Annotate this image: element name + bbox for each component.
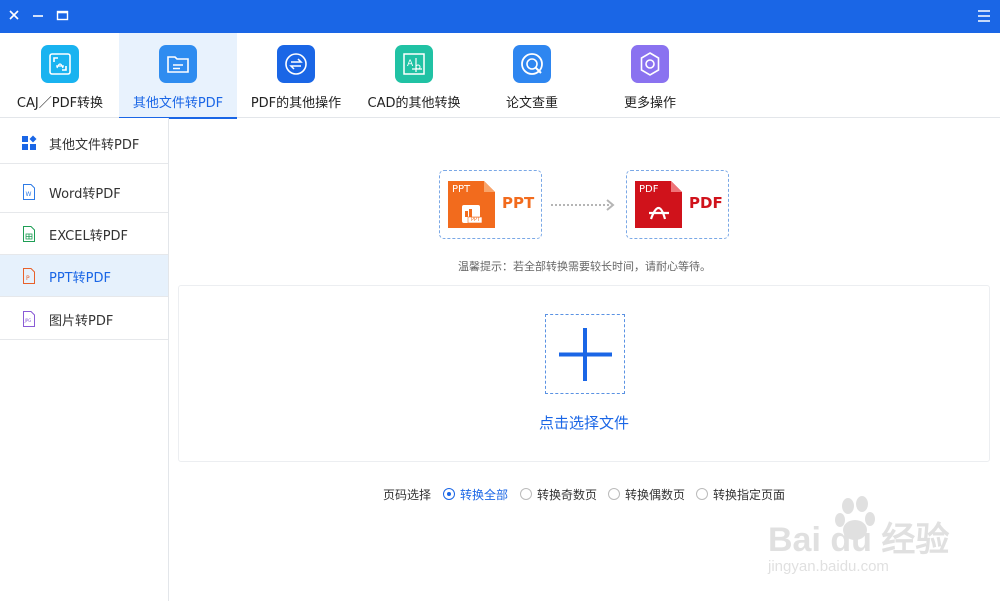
jpg-file-icon: JPG (23, 311, 35, 327)
svg-text:JPG: JPG (24, 318, 32, 323)
search-check-icon (513, 45, 551, 83)
maximize-button[interactable] (50, 0, 74, 33)
arrow-right-icon (551, 199, 615, 211)
tool-label: CAJ／PDF转换 (16, 96, 104, 111)
cad-drawing-icon: A (395, 45, 433, 83)
radio-label: 转换指定页面 (713, 488, 786, 502)
gear-icon (631, 45, 669, 83)
title-bar (0, 0, 1000, 33)
sidebar-item-label: Word转PDF (49, 187, 121, 202)
close-icon (9, 10, 19, 20)
tool-label: 更多操作 (623, 96, 676, 111)
tool-pdf-other-ops[interactable]: PDF的其他操作 (237, 33, 355, 118)
minimize-button[interactable] (26, 0, 50, 33)
menu-button[interactable] (972, 0, 996, 33)
file-badge: PPT (452, 184, 471, 195)
tool-label: 论文查重 (505, 96, 558, 111)
file-drop-area[interactable]: 点击选择文件 (178, 285, 990, 462)
swap-arrows-icon (277, 45, 315, 83)
tool-label: PDF的其他操作 (250, 96, 342, 111)
plus-icon (559, 328, 612, 381)
sidebar-item-image-to-pdf[interactable]: JPG 图片转PDF (0, 298, 168, 340)
sidebar-item-label: 其他文件转PDF (49, 138, 140, 153)
tip-text: 温馨提示：若全部转换需要较长时间，请耐心等待。 (458, 260, 711, 273)
radio-label: 转换偶数页 (625, 488, 686, 502)
target-format-label: PDF (689, 194, 723, 212)
svg-text:W: W (26, 191, 32, 198)
radio-label: 转换全部 (460, 488, 509, 502)
radio-label: 转换奇数页 (537, 488, 598, 502)
close-button[interactable] (2, 0, 26, 33)
folder-file-icon (159, 45, 197, 83)
add-file-button[interactable] (545, 314, 625, 394)
sidebar: 其他文件转PDF W Word转PDF EXCEL转PDF P PPT转PDF … (0, 118, 169, 601)
sidebar-item-label: EXCEL转PDF (49, 229, 129, 244)
ppt-file-icon: P (23, 268, 35, 284)
excel-file-icon (23, 226, 35, 242)
radio-dot (520, 488, 532, 500)
tool-more-ops[interactable]: 更多操作 (591, 33, 709, 118)
page-select-title: 页码选择 (383, 488, 432, 502)
select-file-label[interactable]: 点击选择文件 (179, 412, 989, 433)
source-format-label: PPT (502, 194, 535, 212)
file-badge: PDF (639, 184, 659, 195)
radio-dot (608, 488, 620, 500)
sidebar-item-excel-to-pdf[interactable]: EXCEL转PDF (0, 213, 168, 255)
main-panel: PPT PPT PPT PDF PDF 温馨提示：若全部转换需要较长时间，请耐心… (169, 118, 1000, 601)
tool-paper-check[interactable]: 论文查重 (473, 33, 591, 118)
maximize-icon (56, 10, 69, 21)
grid-apps-icon (22, 135, 37, 150)
sidebar-item-ppt-to-pdf[interactable]: P PPT转PDF (0, 255, 168, 297)
hamburger-menu-icon (978, 10, 990, 22)
minimize-icon (33, 15, 43, 17)
tool-cad-other-convert[interactable]: A CAD的其他转换 (355, 33, 473, 118)
tool-other-to-pdf[interactable]: 其他文件转PDF (119, 33, 237, 119)
svg-text:A: A (407, 59, 414, 69)
sidebar-item-label: 图片转PDF (49, 314, 114, 329)
file-sub-badge: PPT (471, 217, 481, 223)
target-format-box: PDF PDF (626, 170, 729, 239)
sidebar-item-label: PPT转PDF (49, 271, 111, 286)
sidebar-item-word-to-pdf[interactable]: W Word转PDF (0, 171, 168, 213)
tool-label: CAD的其他转换 (367, 96, 461, 111)
word-file-icon: W (23, 184, 35, 200)
tool-label: 其他文件转PDF (132, 96, 224, 111)
svg-text:P: P (26, 275, 30, 282)
sidebar-item-other-to-pdf[interactable]: 其他文件转PDF (0, 122, 168, 164)
radio-dot (443, 488, 455, 500)
source-format-box: PPT PPT PPT (439, 170, 542, 239)
radio-dot (696, 488, 708, 500)
caj-pdf-convert-icon (41, 45, 79, 83)
main-toolbar: CAJ／PDF转换 其他文件转PDF PDF的其他操作 A CAD的其他转换 论… (0, 33, 1000, 119)
tool-caj-pdf-convert[interactable]: CAJ／PDF转换 (1, 33, 119, 118)
